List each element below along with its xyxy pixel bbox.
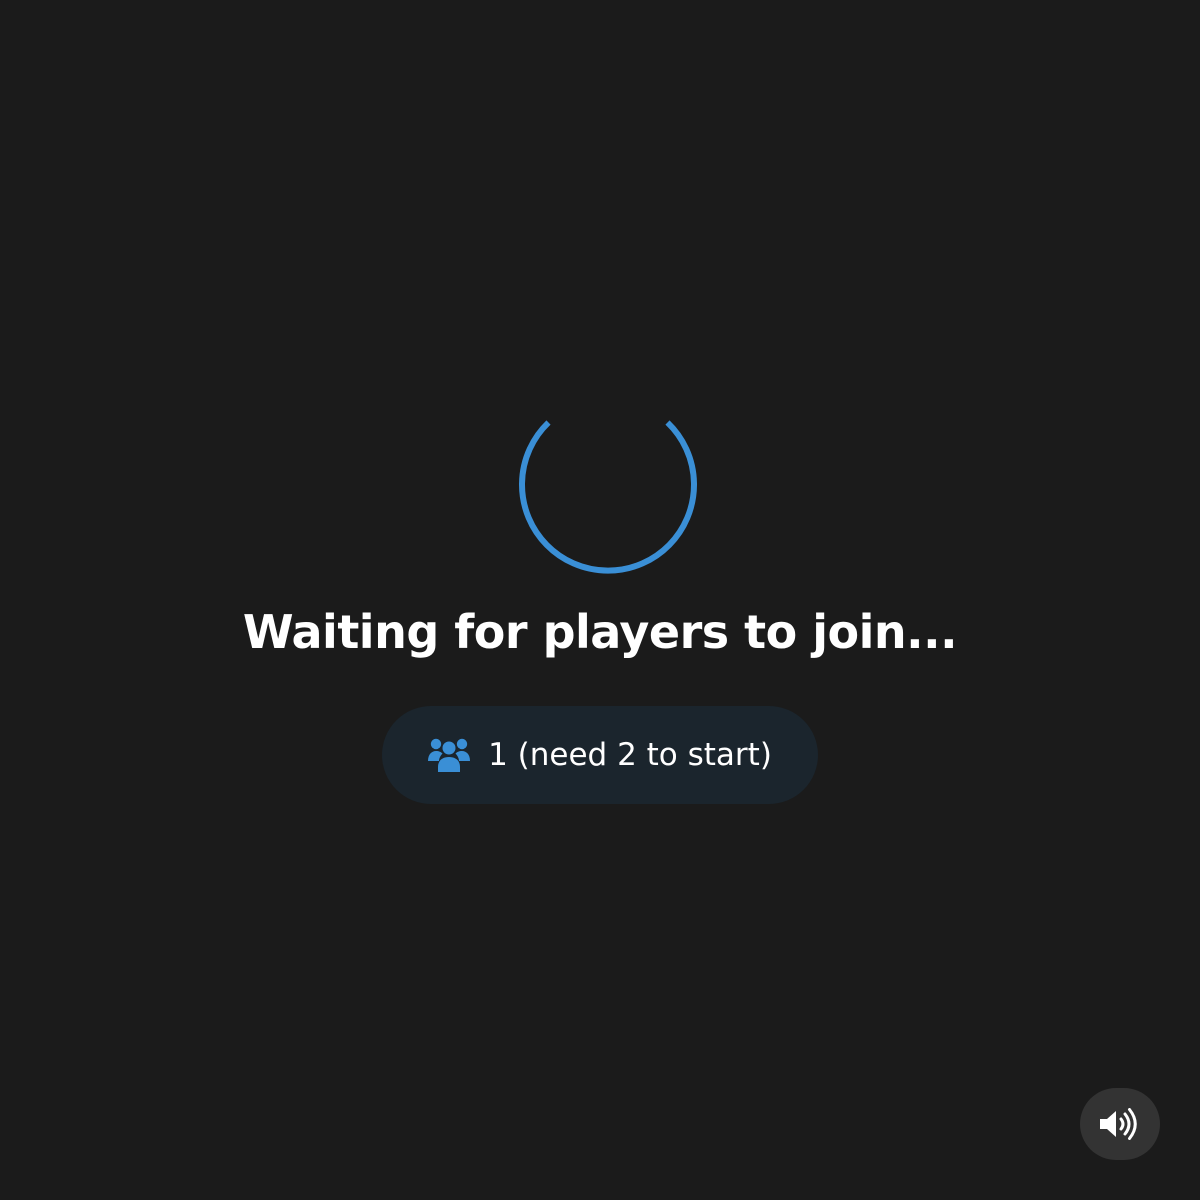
player-count-badge: 1 (need 2 to start)	[382, 706, 818, 804]
player-count-text: 1 (need 2 to start)	[488, 737, 772, 773]
volume-high-icon	[1100, 1108, 1137, 1140]
sound-toggle-button[interactable]	[1080, 1088, 1160, 1160]
waiting-title: Waiting for players to join...	[242, 605, 958, 659]
users-icon	[428, 738, 471, 772]
loading-spinner	[519, 420, 697, 574]
